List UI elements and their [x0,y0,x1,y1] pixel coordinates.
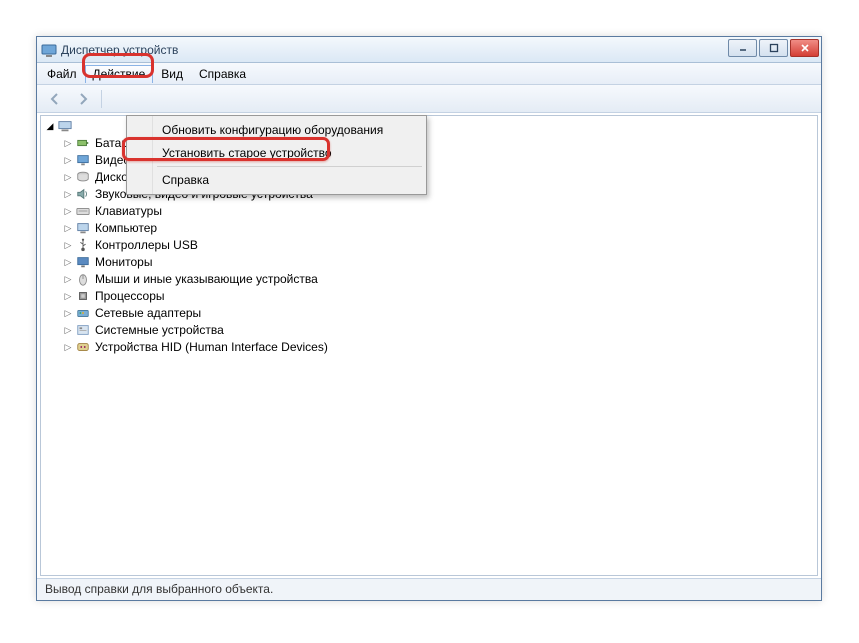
tree-category-network[interactable]: ▷ Сетевые адаптеры [63,305,817,321]
disk-icon [75,169,91,185]
usb-icon [75,237,91,253]
expand-icon[interactable]: ▷ [63,237,73,253]
app-icon [41,42,57,58]
expand-icon[interactable]: ▷ [63,271,73,287]
window-title: Диспетчер устройств [61,43,178,57]
expand-icon[interactable]: ▷ [63,305,73,321]
tree-item-label: Мыши и иные указывающие устройства [95,271,318,287]
tree-category-hid[interactable]: ▷ Устройства HID (Human Interface Devices… [63,339,817,355]
maximize-button[interactable] [759,39,788,57]
tree-category-system[interactable]: ▷ Системные устройства [63,322,817,338]
tree-category-keyboard[interactable]: ▷ Клавиатуры [63,203,817,219]
cpu-icon [75,288,91,304]
menu-action[interactable]: Действие [85,65,154,83]
expand-icon[interactable]: ▷ [63,220,73,236]
tree-category-monitor[interactable]: ▷ Мониторы [63,254,817,270]
tree-item-label: Мониторы [95,254,152,270]
menu-item-refresh-hardware[interactable]: Обновить конфигурацию оборудования [130,119,423,141]
tree-category-cpu[interactable]: ▷ Процессоры [63,288,817,304]
toolbar [37,85,821,113]
tree-item-label: Контроллеры USB [95,237,198,253]
display-icon [75,152,91,168]
computer-icon [75,220,91,236]
toolbar-separator [101,90,102,108]
monitor-icon [75,254,91,270]
close-button[interactable] [790,39,819,57]
tree-item-label: Устройства HID (Human Interface Devices) [95,339,328,355]
sound-icon [75,186,91,202]
keyboard-icon [75,203,91,219]
expand-icon[interactable]: ▷ [63,203,73,219]
menubar: Файл Действие Вид Справка [37,63,821,85]
mouse-icon [75,271,91,287]
tree-item-label: Системные устройства [95,322,224,338]
tree-category-usb[interactable]: ▷ Контроллеры USB [63,237,817,253]
expand-icon[interactable]: ▷ [63,186,73,202]
menu-item-install-legacy[interactable]: Установить старое устройство [130,142,423,164]
tree-item-label: Компьютер [95,220,157,236]
status-bar: Вывод справки для выбранного объекта. [37,578,821,600]
minimize-button[interactable] [728,39,757,57]
tree-item-label: Клавиатуры [95,203,162,219]
expand-icon[interactable]: ▷ [63,169,73,185]
titlebar[interactable]: Диспетчер устройств [37,37,821,63]
tree-item-label: Процессоры [95,288,165,304]
dropdown-separator [157,166,422,167]
expand-icon[interactable]: ▷ [63,135,73,151]
action-dropdown-menu: Обновить конфигурацию оборудования Устан… [126,115,427,195]
tree-category-computer[interactable]: ▷ Компьютер [63,220,817,236]
nav-forward-button[interactable] [71,88,95,110]
expand-icon[interactable]: ▷ [63,152,73,168]
menu-help[interactable]: Справка [191,65,254,83]
expand-icon[interactable]: ▷ [63,254,73,270]
tree-category-mouse[interactable]: ▷ Мыши и иные указывающие устройства [63,271,817,287]
system-icon [75,322,91,338]
expand-icon[interactable]: ▷ [63,339,73,355]
network-icon [75,305,91,321]
nav-back-button[interactable] [43,88,67,110]
menu-view[interactable]: Вид [153,65,191,83]
battery-icon [75,135,91,151]
hid-icon [75,339,91,355]
collapse-icon[interactable]: ◢ [45,118,55,134]
device-manager-window: Диспетчер устройств Файл Действие Вид Сп… [36,36,822,601]
expand-icon[interactable]: ▷ [63,288,73,304]
window-controls [728,39,819,57]
expand-icon[interactable]: ▷ [63,322,73,338]
computer-icon [57,118,73,134]
status-text: Вывод справки для выбранного объекта. [45,582,273,596]
menu-file[interactable]: Файл [39,65,85,83]
menu-item-help[interactable]: Справка [130,169,423,191]
tree-item-label: Сетевые адаптеры [95,305,201,321]
